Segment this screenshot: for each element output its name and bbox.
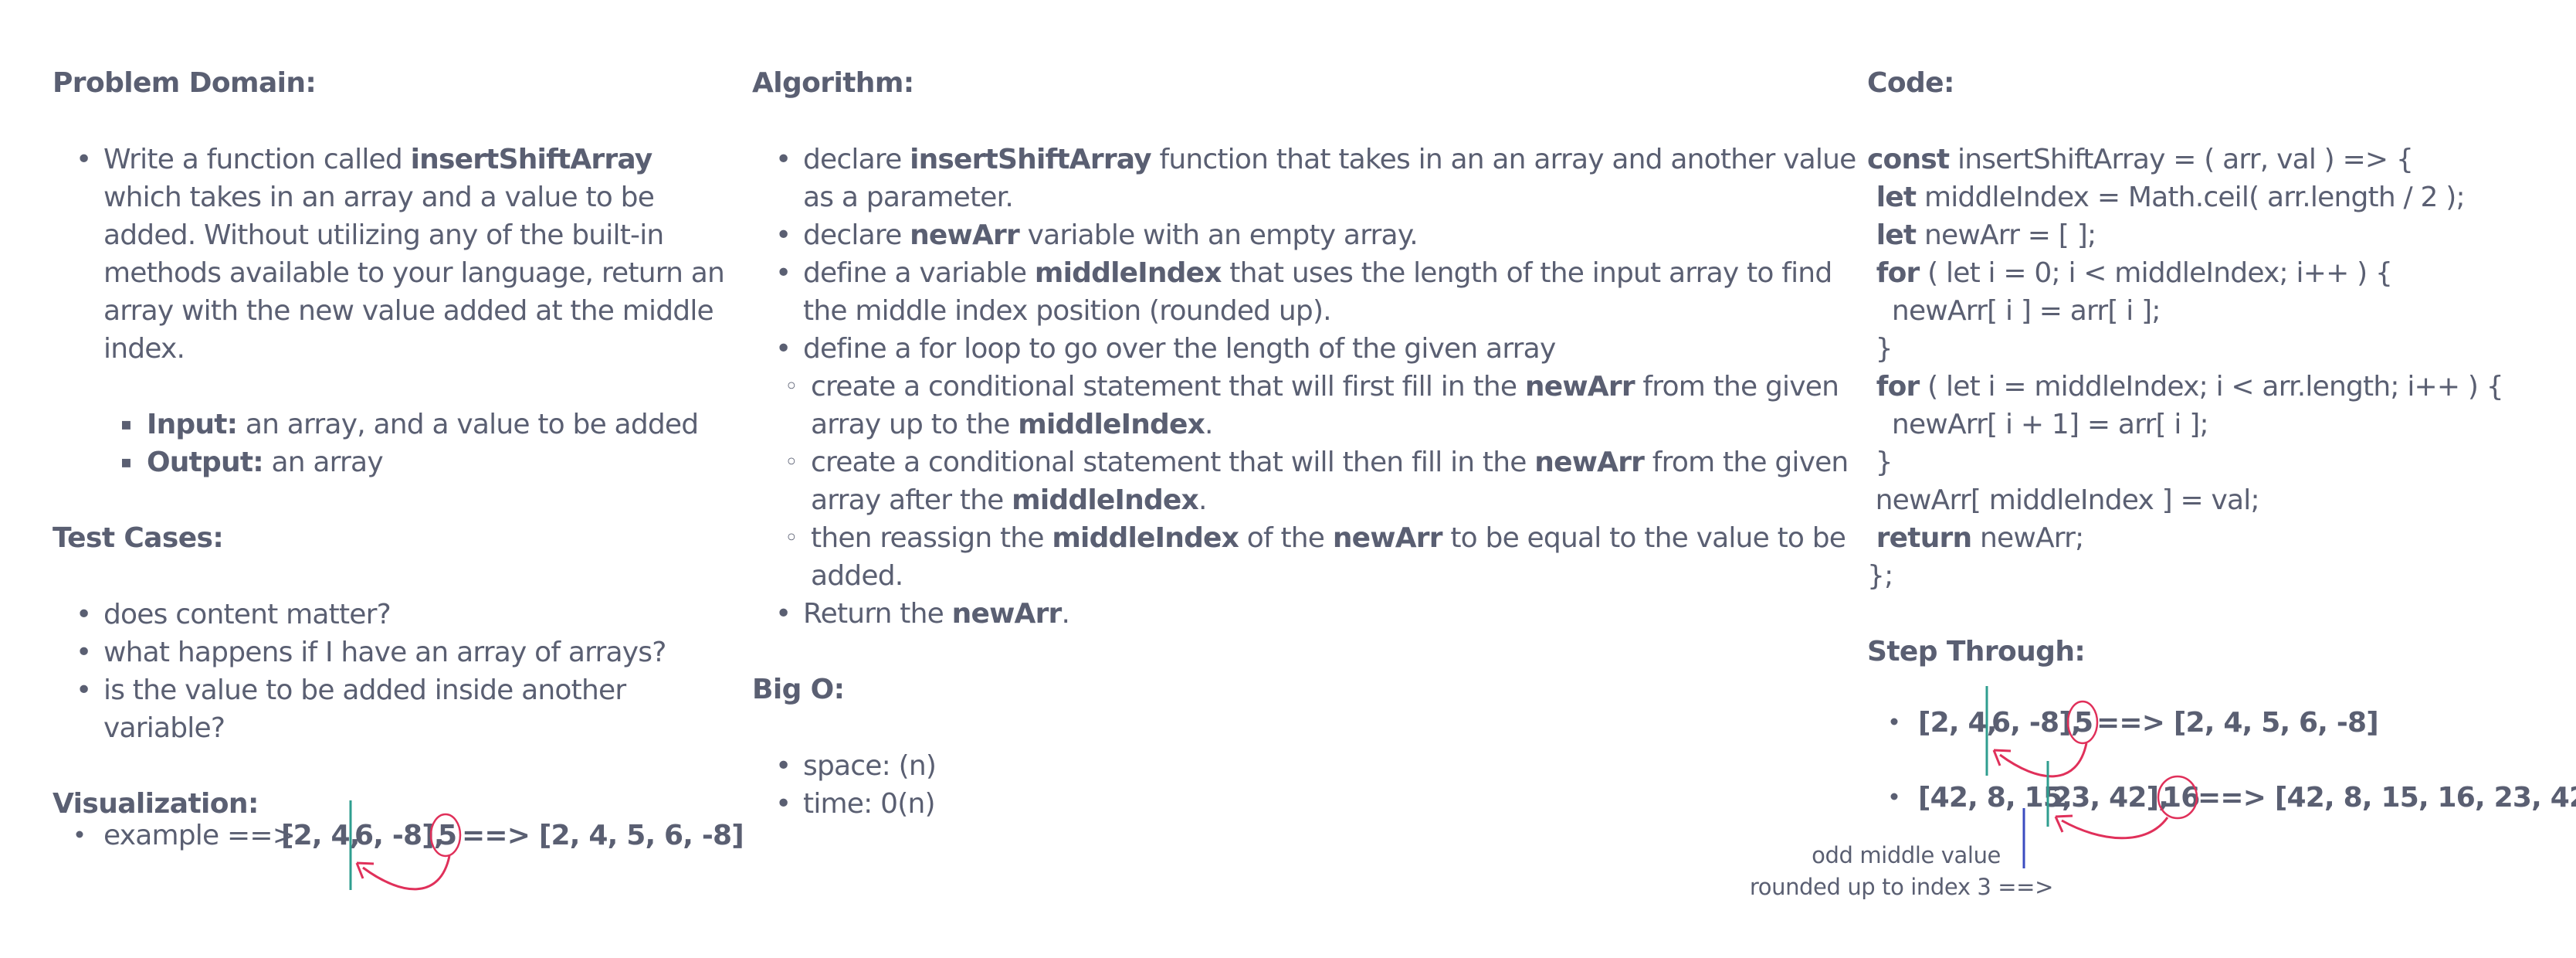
visualization-example: example ==> [2, 4, 6, -8], 5 ==> [2, 4, … [76,800,744,891]
result-array: ==> [42, 8, 15, 16, 23, 42] [2198,782,2576,814]
array-left: [2, 4, [1918,707,1997,739]
insert-arrow [2061,817,2169,840]
array-right: 23, 42], [2052,782,2168,814]
array-left: [2, 4, [281,820,360,851]
step-example-2: [42, 8, 15, 23, 42], 16 ==> [42, 8, 15, … [1750,761,2576,900]
odd-middle-note: odd middle value [1812,842,2001,868]
step-example-1: [2, 4, 6, -8], 5 ==> [2, 4, 5, 6, -8] [1890,686,2379,778]
insert-arrow [1999,742,2088,778]
annotation-overlay: example ==> [2, 4, 6, -8], 5 ==> [2, 4, … [76,686,2576,900]
bullet [76,831,83,838]
result-array: ==> [2, 4, 5, 6, -8] [462,820,744,851]
insert-value: 5 [2074,707,2093,739]
rounded-up-note: rounded up to index 3 ==> [1750,874,2053,900]
insert-arrow [362,855,451,891]
example-label: example ==> [103,820,295,851]
bullet [1890,718,1898,725]
insert-value: 5 [438,820,456,851]
result-array: ==> [2, 4, 5, 6, -8] [2096,707,2378,739]
bullet [1890,793,1898,800]
